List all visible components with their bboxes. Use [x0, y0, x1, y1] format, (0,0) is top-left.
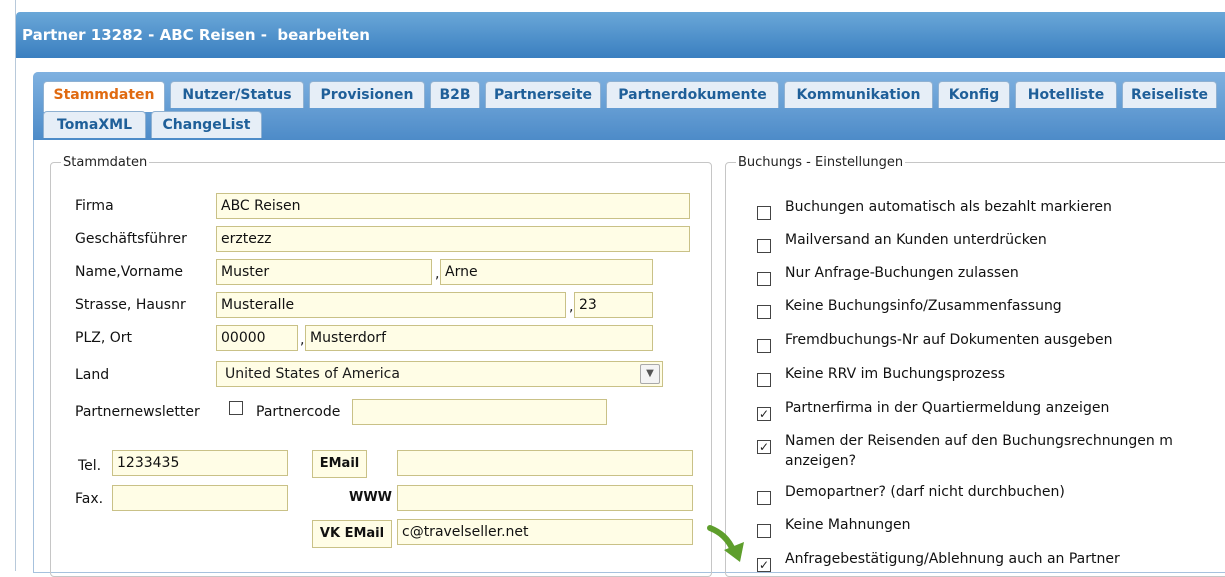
vk-email-input[interactable]: c@travelseller.net [397, 519, 693, 545]
booking-option-checkbox[interactable]: ✓ [757, 558, 771, 572]
strasse-label: Strasse, Hausnr [75, 297, 186, 313]
window-border [15, 0, 16, 571]
land-label: Land [75, 367, 110, 383]
booking-option-checkbox[interactable] [757, 339, 771, 353]
booking-option-label: Namen der Reisenden auf den Buchungsrech… [785, 433, 1173, 449]
window-title: Partner 13282 - ABC Reisen - bearbeiten [22, 26, 370, 44]
booking-option-label: Buchungen automatisch als bezahlt markie… [785, 199, 1112, 215]
tel-input[interactable]: 1233435 [112, 450, 288, 476]
buchungs-einstellungen-legend: Buchungs - Einstellungen [738, 155, 904, 170]
booking-option-checkbox[interactable] [757, 524, 771, 538]
tab-partnerseite[interactable]: Partnerseite [485, 81, 601, 108]
tab-partnerdokumente[interactable]: Partnerdokumente [606, 81, 779, 108]
booking-option-label: Keine Mahnungen [785, 517, 911, 533]
window-titlebar: Partner 13282 - ABC Reisen - bearbeiten [16, 12, 1225, 58]
tab-kommunikation[interactable]: Kommunikation [784, 81, 933, 108]
comma-separator: , [569, 299, 574, 315]
booking-option-label: Partnerfirma in der Quartiermeldung anze… [785, 400, 1110, 416]
email-button[interactable]: EMail [312, 450, 367, 478]
chevron-down-icon[interactable]: ▼ [640, 364, 660, 384]
ort-input[interactable]: Musterdorf [305, 325, 653, 351]
fax-label: Fax. [75, 491, 104, 507]
arrow-annotation-icon [707, 525, 744, 562]
tab-b2b[interactable]: B2B [430, 81, 480, 108]
tab-changelist[interactable]: ChangeList [151, 111, 262, 138]
booking-option-label: Fremdbuchungs-Nr auf Dokumenten ausgeben [785, 332, 1113, 348]
tab-nutzer-status[interactable]: Nutzer/Status [170, 81, 304, 108]
vk-email-button[interactable]: VK EMail [312, 520, 392, 548]
tel-label: Tel. [78, 458, 102, 474]
tab-tomaxml[interactable]: TomaXML [43, 111, 146, 138]
land-select[interactable]: United States of America ▼ [216, 361, 663, 387]
vorname-input[interactable]: Arne [440, 259, 653, 285]
booking-option-checkbox[interactable] [757, 305, 771, 319]
booking-option-label: Mailversand an Kunden unterdrücken [785, 232, 1047, 248]
tab-konfig[interactable]: Konfig [938, 81, 1010, 108]
partnernewsletter-label: Partnernewsletter [75, 404, 200, 420]
geschaeftsfuehrer-input[interactable]: erztezz [216, 226, 690, 252]
www-input[interactable] [397, 485, 693, 511]
booking-option-checkbox[interactable] [757, 491, 771, 505]
www-label: WWW [349, 490, 393, 505]
booking-option-checkbox[interactable]: ✓ [757, 407, 771, 421]
comma-separator: , [300, 332, 305, 348]
booking-option-checkbox[interactable]: ✓ [757, 440, 771, 454]
tab-provisionen[interactable]: Provisionen [309, 81, 425, 108]
booking-option-checkbox[interactable] [757, 272, 771, 286]
strasse-input[interactable]: Musteralle [216, 292, 566, 318]
booking-option-label-cont: anzeigen? [785, 453, 857, 469]
name-label: Name,Vorname [75, 264, 184, 280]
geschaeftsfuehrer-label: Geschäftsführer [75, 231, 187, 247]
booking-option-label: Nur Anfrage-Buchungen zulassen [785, 265, 1019, 281]
hausnr-input[interactable]: 23 [574, 292, 653, 318]
booking-option-label: Demopartner? (darf nicht durchbuchen) [785, 484, 1065, 500]
partnernewsletter-checkbox[interactable] [229, 401, 243, 415]
booking-option-label: Keine RRV im Buchungsprozess [785, 366, 1006, 382]
plz-input[interactable]: 00000 [216, 325, 298, 351]
tab-hotelliste[interactable]: Hotelliste [1015, 81, 1117, 108]
email-input[interactable] [397, 450, 693, 476]
tab-stammdaten[interactable]: Stammdaten [43, 81, 165, 112]
fax-input[interactable] [112, 485, 288, 511]
partnercode-input[interactable] [352, 399, 607, 425]
tab-reiseliste[interactable]: Reiseliste [1122, 81, 1217, 108]
plz-ort-label: PLZ, Ort [75, 330, 132, 346]
comma-separator: , [435, 266, 440, 282]
land-value: United States of America [225, 366, 400, 382]
booking-option-label: Keine Buchungsinfo/Zusammenfassung [785, 298, 1062, 314]
firma-input[interactable]: ABC Reisen [216, 193, 690, 219]
name-input[interactable]: Muster [216, 259, 432, 285]
firma-label: Firma [75, 198, 114, 214]
partnercode-label: Partnercode [256, 404, 341, 420]
booking-option-checkbox[interactable] [757, 239, 771, 253]
booking-option-label: Anfragebestätigung/Ablehnung auch an Par… [785, 551, 1120, 567]
stammdaten-legend: Stammdaten [63, 155, 148, 170]
booking-option-checkbox[interactable] [757, 373, 771, 387]
booking-option-checkbox[interactable] [757, 206, 771, 220]
